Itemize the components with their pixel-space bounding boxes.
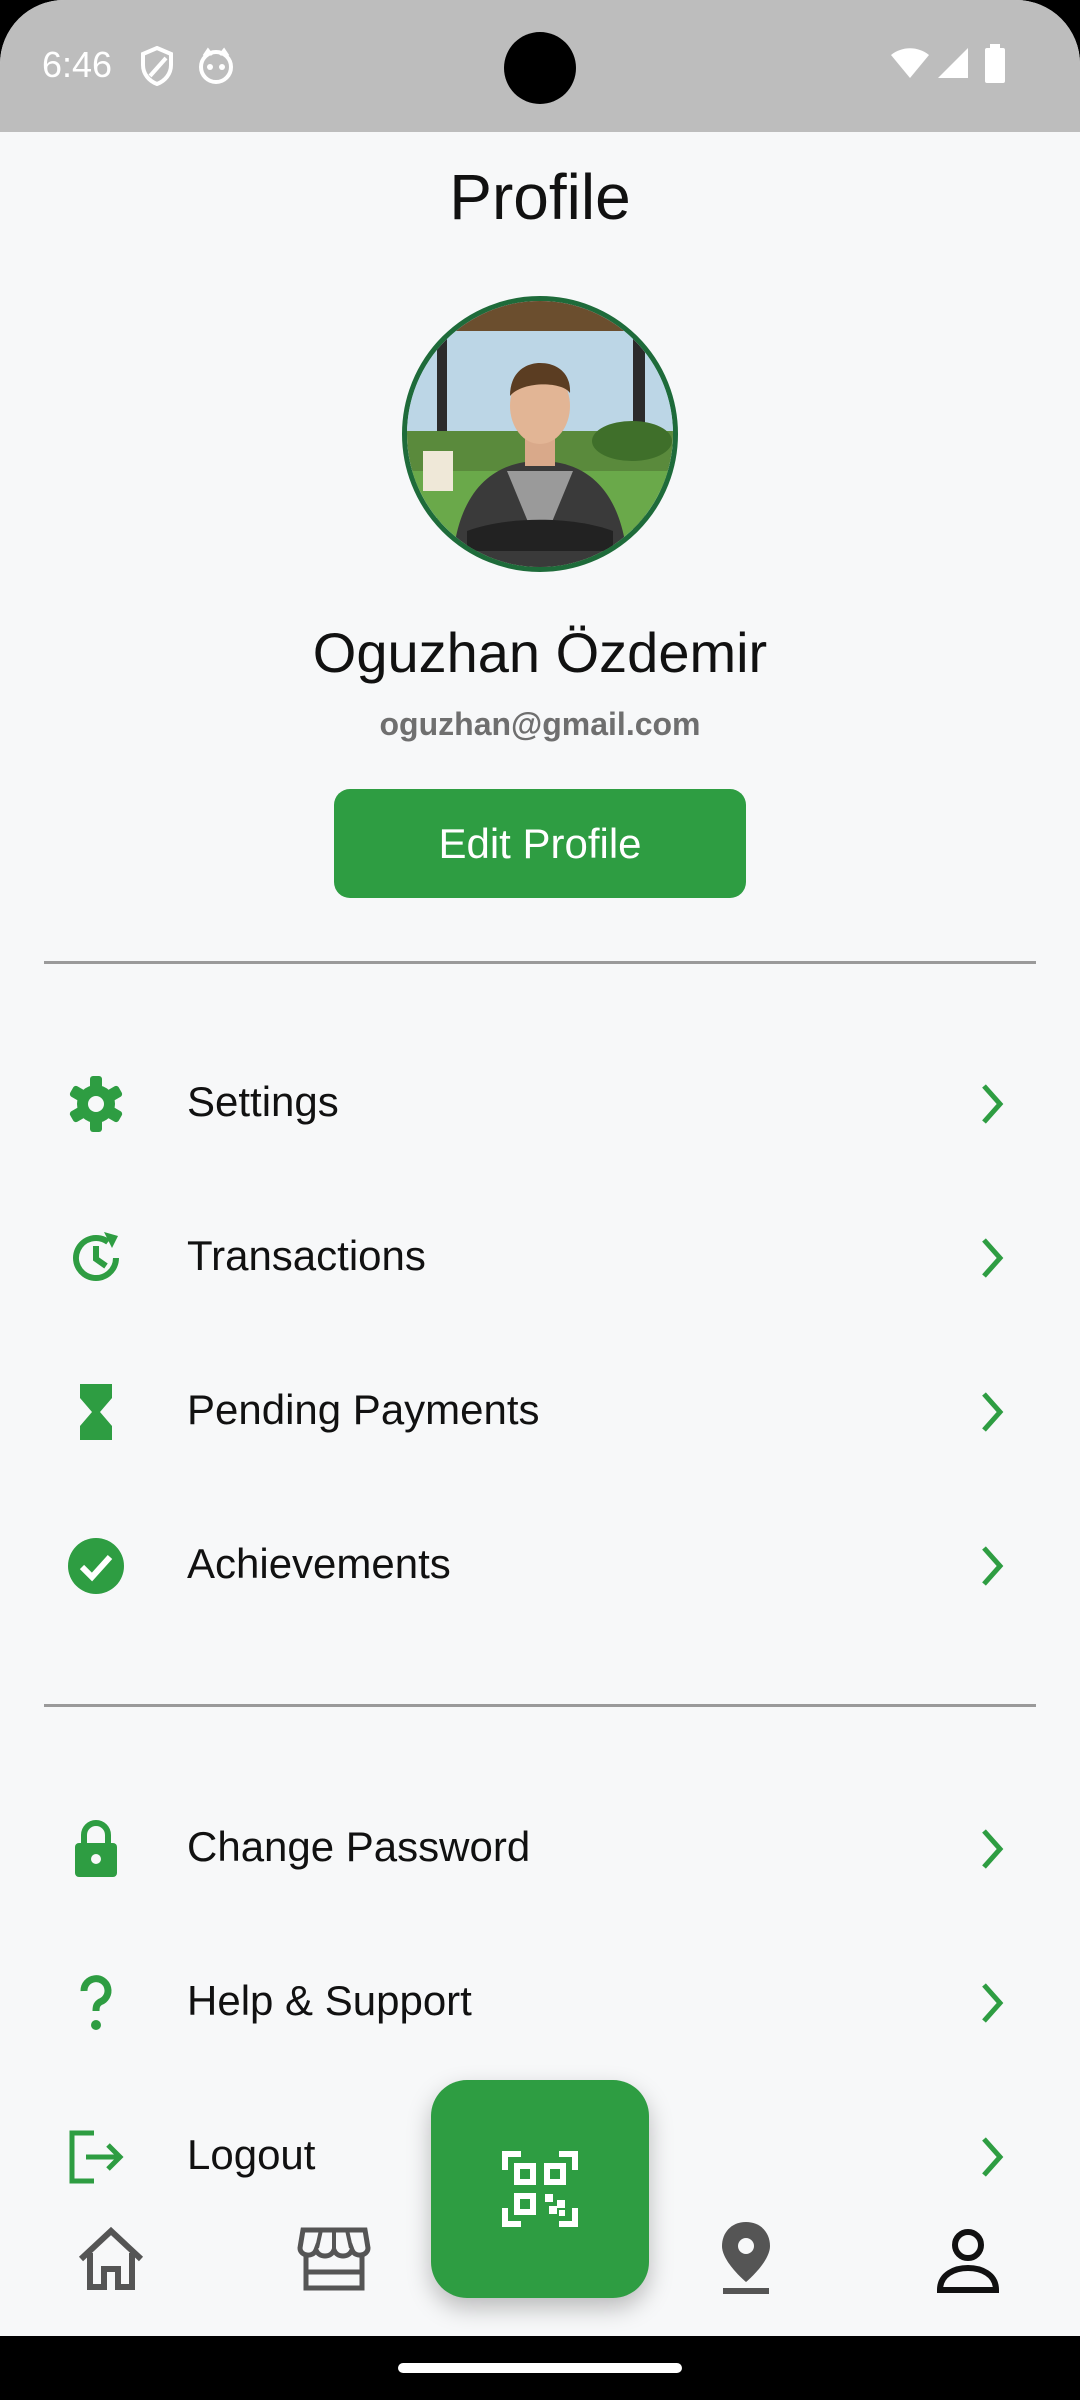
- camera-cutout: [504, 32, 576, 104]
- profile-screen: 6:46 Profile Oguzhan Özdemir oguzhan@gma…: [0, 0, 1080, 2400]
- page-title: Profile: [449, 161, 631, 233]
- wifi-icon: [891, 48, 929, 78]
- person-icon[interactable]: [935, 2228, 1001, 2294]
- menu-item-label: Transactions: [187, 1232, 426, 1279]
- store-icon[interactable]: [297, 2226, 371, 2292]
- shield-icon: [141, 46, 173, 86]
- edit-profile-button[interactable]: Edit Profile: [334, 789, 746, 898]
- menu-item-achievements[interactable]: Achievements: [0, 1506, 1080, 1626]
- scan-qr-button[interactable]: [431, 2080, 649, 2298]
- history-icon: [73, 1232, 119, 1281]
- divider: [44, 1704, 1036, 1707]
- menu-item-label: Achievements: [187, 1540, 451, 1587]
- lock-icon: [75, 1820, 117, 1877]
- chevron-right-icon: [982, 1392, 1004, 1432]
- chevron-right-icon: [982, 1829, 1004, 1869]
- question-icon: [80, 1975, 112, 2030]
- signal-icon: [938, 48, 968, 78]
- chevron-right-icon: [982, 2137, 1004, 2177]
- qr-code-icon: [502, 2151, 578, 2227]
- home-gesture-handle[interactable]: [398, 2363, 682, 2373]
- user-email: oguzhan@gmail.com: [379, 706, 701, 742]
- menu-item-help-support[interactable]: Help & Support: [0, 1943, 1080, 2063]
- home-icon[interactable]: [76, 2225, 146, 2291]
- chevron-right-icon: [982, 1546, 1004, 1586]
- menu-item-label: Change Password: [187, 1823, 531, 1870]
- menu-item-label: Pending Payments: [187, 1386, 540, 1433]
- menu-item-label: Help & Support: [187, 1977, 472, 2024]
- user-name: Oguzhan Özdemir: [312, 621, 768, 684]
- chevron-right-icon: [982, 1983, 1004, 2023]
- chevron-right-icon: [982, 1084, 1004, 1124]
- gear-icon: [69, 1076, 123, 1132]
- menu-item-label: Settings: [187, 1078, 339, 1125]
- menu-item-change-password[interactable]: Change Password: [0, 1789, 1080, 1909]
- menu-item-transactions[interactable]: Transactions: [0, 1198, 1080, 1318]
- check-circle-icon: [68, 1538, 124, 1594]
- hourglass-icon: [80, 1384, 112, 1440]
- logout-icon: [69, 2130, 124, 2184]
- menu-item-label: Logout: [187, 2131, 316, 2178]
- status-bar: 6:46: [0, 0, 1080, 132]
- menu-item-pending-payments[interactable]: Pending Payments: [0, 1352, 1080, 1472]
- chevron-right-icon: [982, 1238, 1004, 1278]
- menu-item-settings[interactable]: Settings: [0, 1044, 1080, 1164]
- location-pin-icon[interactable]: [719, 2220, 773, 2296]
- profile-photo: [407, 301, 673, 567]
- divider: [44, 961, 1036, 964]
- avatar[interactable]: [402, 296, 678, 572]
- notification-icon: [199, 47, 233, 84]
- battery-icon: [985, 44, 1005, 83]
- status-time: 6:46: [42, 44, 113, 85]
